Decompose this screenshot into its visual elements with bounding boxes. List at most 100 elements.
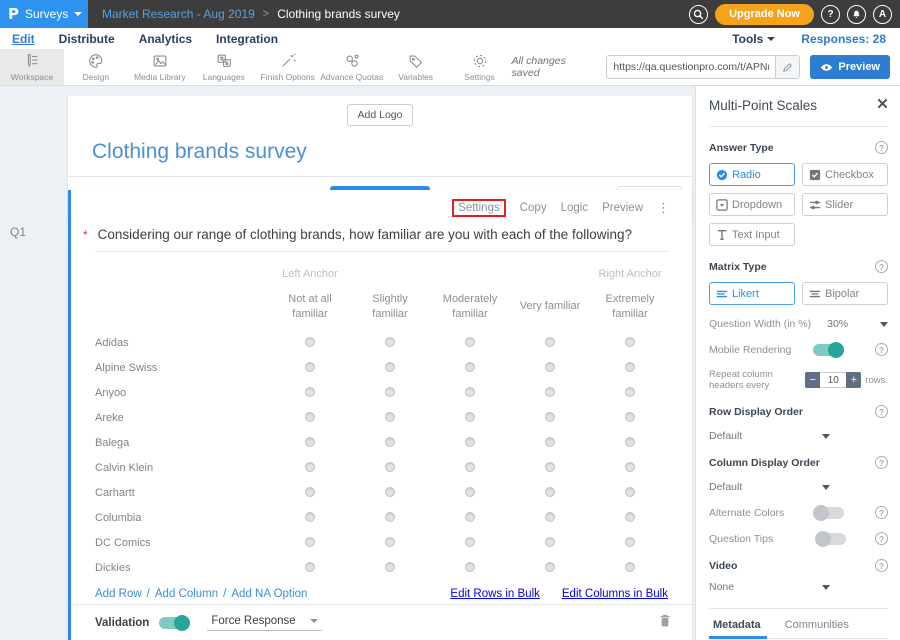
matrix-row-label[interactable]: DC Comics xyxy=(95,535,270,549)
matrix-row-label[interactable]: Dickies xyxy=(95,560,270,574)
upgrade-now-button[interactable]: Upgrade Now xyxy=(715,4,814,25)
matrix-radio-button[interactable] xyxy=(305,337,315,347)
answer-type-slider[interactable]: Slider xyxy=(802,193,888,216)
matrix-radio-button[interactable] xyxy=(625,512,635,522)
help-icon[interactable]: ? xyxy=(875,405,888,418)
help-icon[interactable]: ? xyxy=(875,506,888,519)
stepper-value[interactable]: 10 xyxy=(820,372,846,388)
answer-type-checkbox[interactable]: Checkbox xyxy=(802,163,888,186)
matrix-radio-button[interactable] xyxy=(625,487,635,497)
breadcrumb-folder[interactable]: Market Research - Aug 2019 xyxy=(102,7,255,21)
help-icon[interactable]: ? xyxy=(875,343,888,356)
chevron-down-icon[interactable] xyxy=(880,322,888,327)
validation-type-select[interactable]: Force Response xyxy=(207,615,321,631)
edit-rows-in-bulk-link[interactable]: Edit Rows in Bulk xyxy=(450,588,539,600)
matrix-radio-button[interactable] xyxy=(545,437,555,447)
matrix-type-bipolar[interactable]: Bipolar xyxy=(802,282,888,305)
add-logo-button[interactable]: Add Logo xyxy=(347,104,414,126)
search-icon[interactable] xyxy=(689,5,708,24)
matrix-type-likert[interactable]: Likert xyxy=(709,282,795,305)
matrix-radio-button[interactable] xyxy=(545,537,555,547)
help-icon[interactable]: ? xyxy=(875,260,888,273)
matrix-radio-button[interactable] xyxy=(625,537,635,547)
matrix-radio-button[interactable] xyxy=(305,387,315,397)
matrix-radio-button[interactable] xyxy=(625,412,635,422)
matrix-radio-button[interactable] xyxy=(385,387,395,397)
matrix-radio-button[interactable] xyxy=(625,362,635,372)
matrix-column-header[interactable]: Moderately familiar xyxy=(430,292,510,322)
matrix-row-label[interactable]: Columbia xyxy=(95,510,270,524)
answer-type-radio[interactable]: Radio xyxy=(709,163,795,186)
matrix-radio-button[interactable] xyxy=(385,337,395,347)
matrix-radio-button[interactable] xyxy=(385,537,395,547)
answer-type-text-input[interactable]: Text Input xyxy=(709,223,795,246)
help-icon[interactable]: ? xyxy=(875,141,888,154)
matrix-radio-button[interactable] xyxy=(305,362,315,372)
answer-type-dropdown[interactable]: Dropdown xyxy=(709,193,795,216)
matrix-radio-button[interactable] xyxy=(465,387,475,397)
matrix-radio-button[interactable] xyxy=(625,562,635,572)
matrix-radio-button[interactable] xyxy=(625,337,635,347)
stepper-plus-button[interactable]: + xyxy=(846,372,861,388)
survey-title[interactable]: Clothing brands survey xyxy=(68,126,692,176)
matrix-radio-button[interactable] xyxy=(385,437,395,447)
toolbar-item-advance-quotas[interactable]: Advance Quotas xyxy=(320,49,384,85)
notifications-bell-icon[interactable] xyxy=(847,5,866,24)
alternate-colors-toggle[interactable] xyxy=(814,507,844,519)
survey-url-input[interactable] xyxy=(607,61,775,73)
help-icon[interactable]: ? xyxy=(875,456,888,469)
matrix-radio-button[interactable] xyxy=(305,487,315,497)
question-tips-toggle[interactable] xyxy=(816,533,846,545)
row-display-order-select[interactable]: Default xyxy=(709,430,888,442)
matrix-radio-button[interactable] xyxy=(385,362,395,372)
toolbar-item-settings[interactable]: Settings xyxy=(448,49,512,85)
tab-communities[interactable]: Communities xyxy=(785,619,849,631)
matrix-column-header[interactable]: Extremely familiar xyxy=(590,292,670,322)
tab-integration[interactable]: Integration xyxy=(216,32,278,46)
matrix-radio-button[interactable] xyxy=(465,362,475,372)
matrix-radio-button[interactable] xyxy=(545,387,555,397)
question-text[interactable]: Considering our range of clothing brands… xyxy=(98,227,632,242)
matrix-row-label[interactable]: Balega xyxy=(95,435,270,449)
tab-edit[interactable]: Edit xyxy=(12,32,35,46)
matrix-row-label[interactable]: Areke xyxy=(95,410,270,424)
responses-count[interactable]: Responses: 28 xyxy=(801,32,886,46)
matrix-radio-button[interactable] xyxy=(545,362,555,372)
mobile-rendering-toggle[interactable] xyxy=(813,344,843,356)
question-preview-button[interactable]: Preview xyxy=(602,202,643,214)
matrix-radio-button[interactable] xyxy=(465,487,475,497)
matrix-radio-button[interactable] xyxy=(305,437,315,447)
matrix-radio-button[interactable] xyxy=(385,412,395,422)
close-icon[interactable] xyxy=(877,96,888,114)
matrix-radio-button[interactable] xyxy=(305,562,315,572)
left-anchor-placeholder[interactable]: Left Anchor xyxy=(270,268,350,280)
toolbar-item-variables[interactable]: Variables xyxy=(384,49,448,85)
matrix-radio-button[interactable] xyxy=(545,462,555,472)
matrix-radio-button[interactable] xyxy=(385,462,395,472)
product-switcher[interactable]: P Surveys xyxy=(0,0,88,28)
tab-distribute[interactable]: Distribute xyxy=(59,32,115,46)
add-na-option-link[interactable]: Add NA Option xyxy=(231,588,307,600)
matrix-row-label[interactable]: Carhartt xyxy=(95,485,270,499)
matrix-row-label[interactable]: Adidas xyxy=(95,335,270,349)
matrix-row-label[interactable]: Anyoo xyxy=(95,385,270,399)
matrix-radio-button[interactable] xyxy=(465,462,475,472)
matrix-radio-button[interactable] xyxy=(625,387,635,397)
delete-question-trash-icon[interactable] xyxy=(658,613,672,633)
matrix-radio-button[interactable] xyxy=(305,537,315,547)
matrix-radio-button[interactable] xyxy=(545,562,555,572)
video-select[interactable]: None xyxy=(709,581,888,593)
help-icon[interactable]: ? xyxy=(875,559,888,572)
matrix-radio-button[interactable] xyxy=(385,562,395,572)
matrix-column-header[interactable]: Slightly familiar xyxy=(350,292,430,322)
column-display-order-select[interactable]: Default xyxy=(709,481,888,493)
edit-columns-in-bulk-link[interactable]: Edit Columns in Bulk xyxy=(562,588,668,600)
edit-url-pencil-icon[interactable] xyxy=(775,56,799,78)
tab-analytics[interactable]: Analytics xyxy=(139,32,192,46)
matrix-row-label[interactable]: Calvin Klein xyxy=(95,460,270,474)
matrix-radio-button[interactable] xyxy=(545,512,555,522)
matrix-radio-button[interactable] xyxy=(385,487,395,497)
matrix-radio-button[interactable] xyxy=(465,562,475,572)
toolbar-item-languages[interactable]: Languages xyxy=(192,49,256,85)
matrix-radio-button[interactable] xyxy=(305,412,315,422)
